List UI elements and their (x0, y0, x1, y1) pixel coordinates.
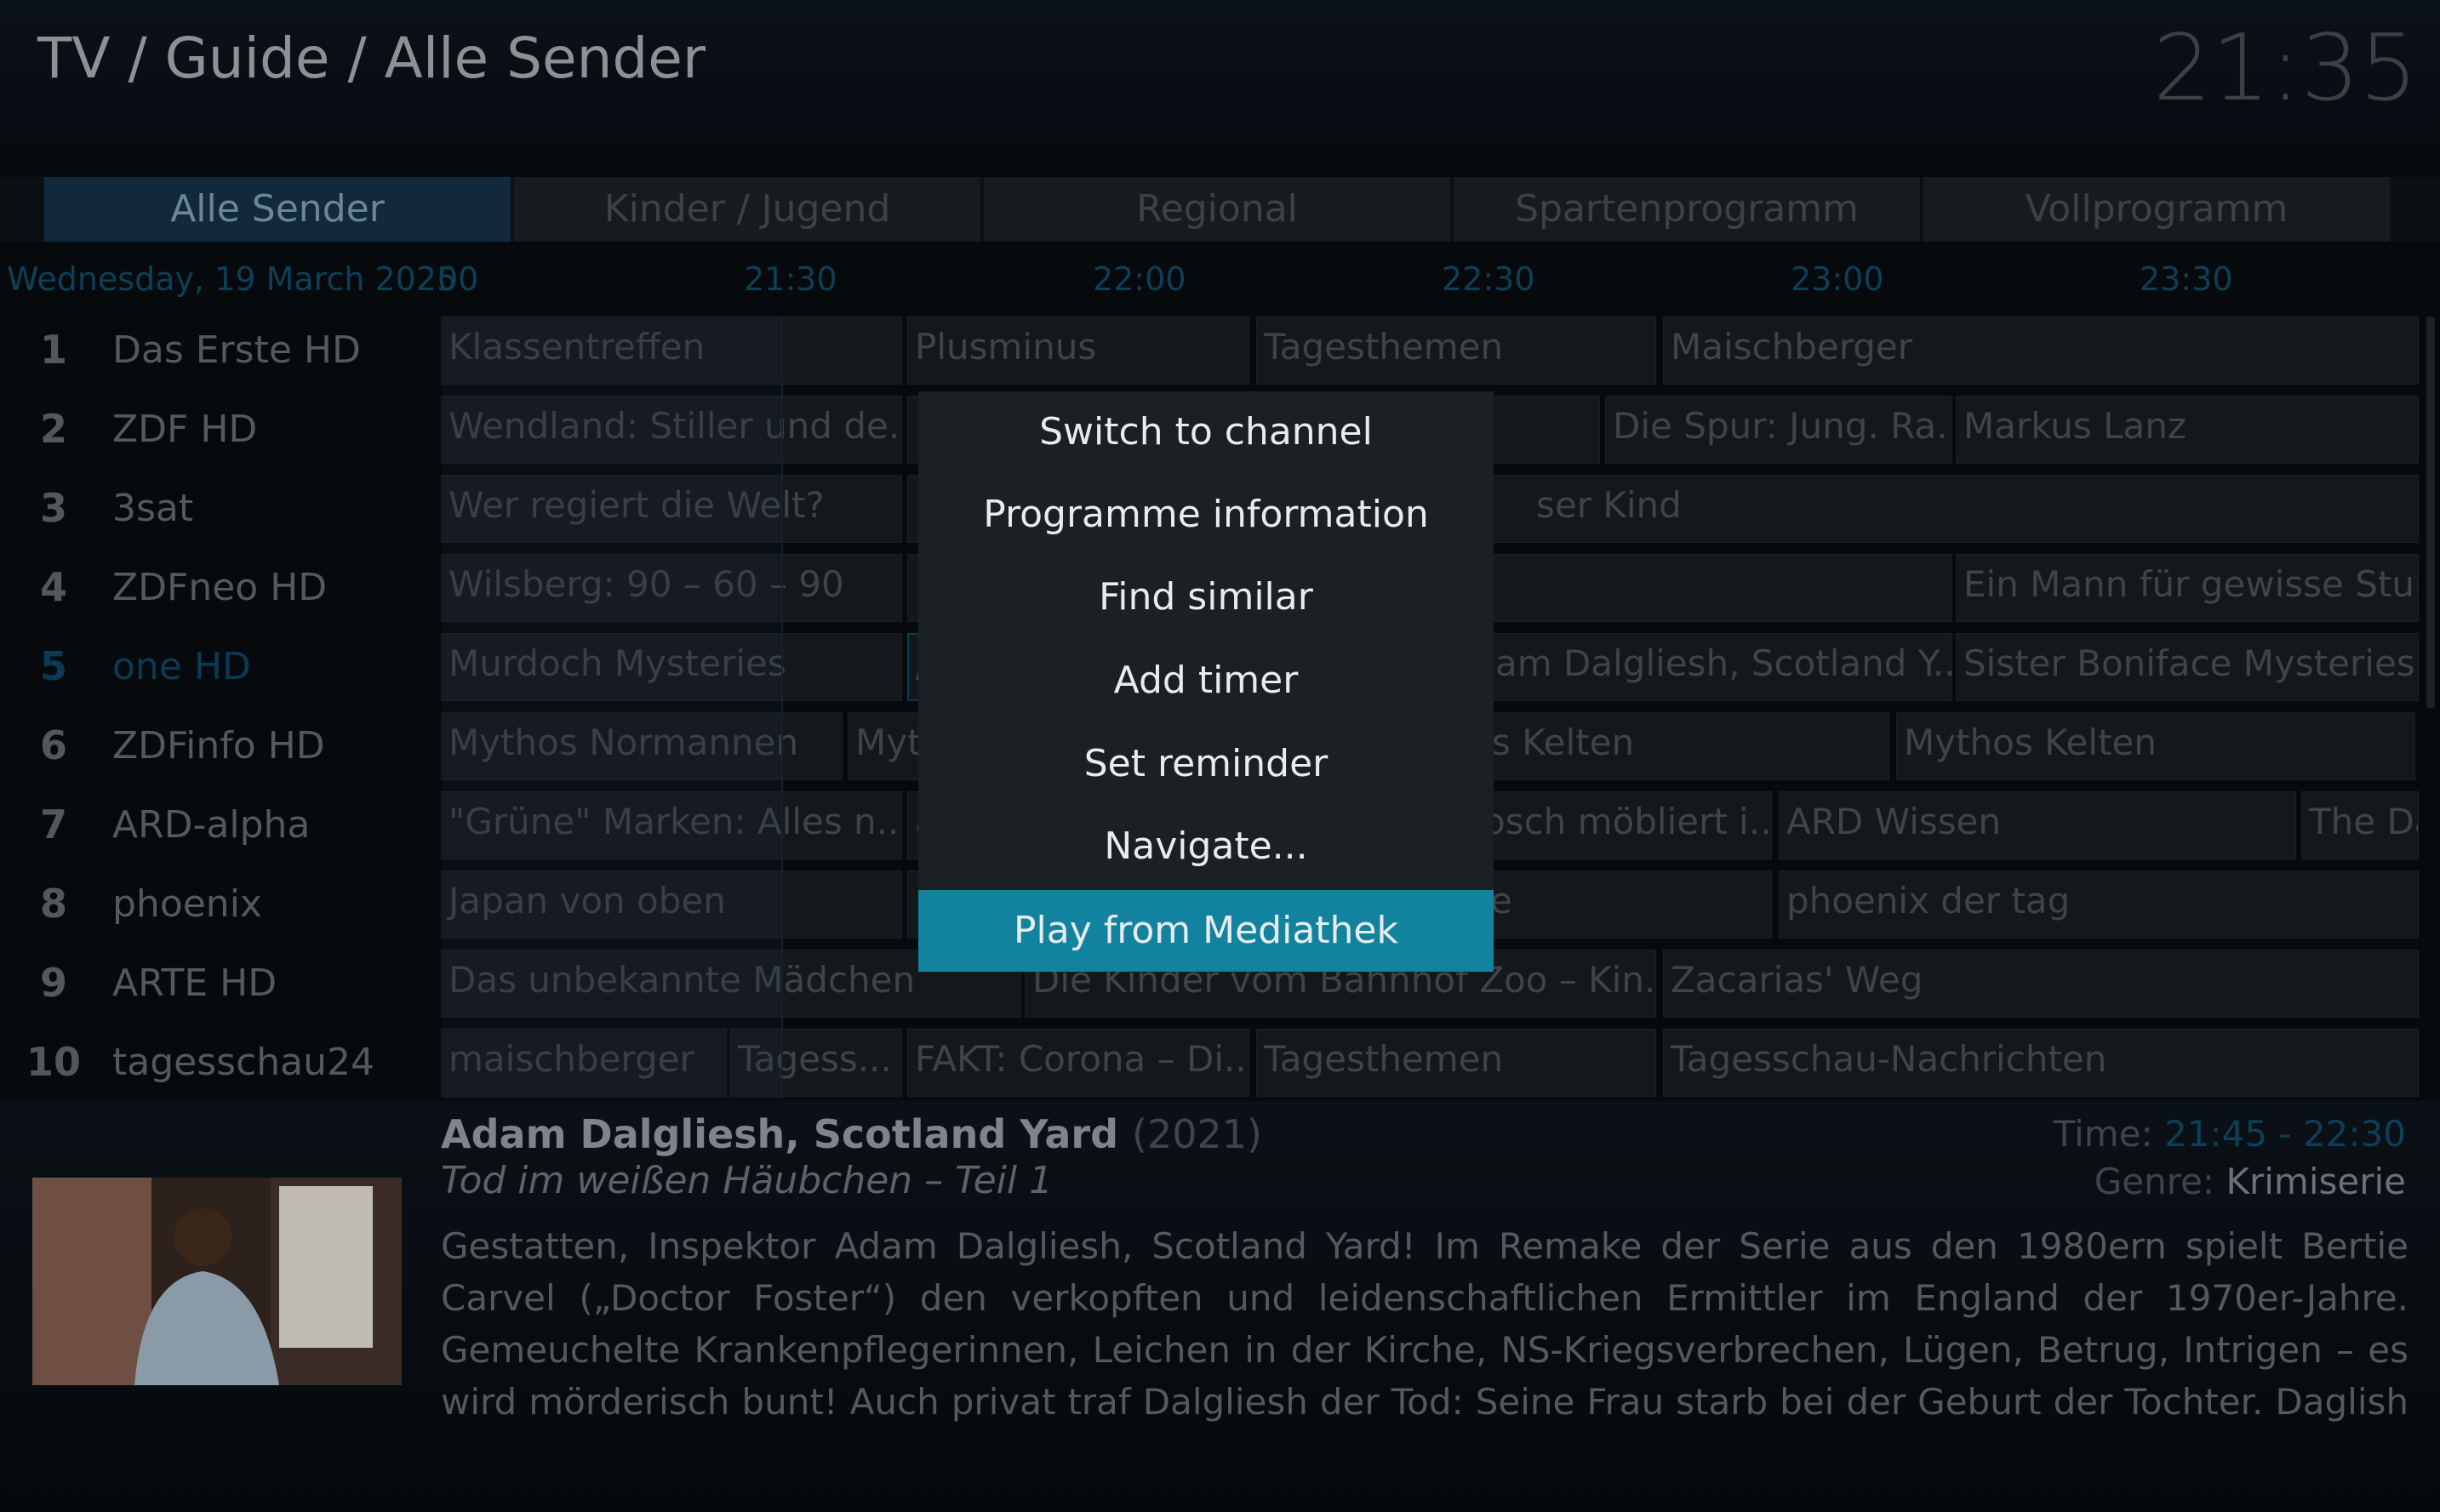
programme-title-text: Adam Dalgliesh, Scotland Yard (441, 1111, 1119, 1157)
programme-cell[interactable]: Zacarias' Weg (1663, 950, 2419, 1018)
timeline-date: Wednesday, 19 March 2025 (7, 260, 458, 298)
channel-number: 10 (26, 1039, 81, 1085)
programme-cell[interactable]: Wendland: Stiller und de... (441, 396, 902, 464)
channel-name-selected[interactable]: one HD (112, 645, 251, 688)
genre-label: Genre: (2094, 1161, 2215, 1202)
timeline-tick: 22:00 (1093, 260, 1186, 298)
programme-cell[interactable]: Japan von oben (441, 870, 902, 939)
programme-cell[interactable]: Tagess... (730, 1029, 902, 1097)
channel-name[interactable]: ARD-alpha (112, 803, 310, 847)
programme-cell[interactable]: Murdoch Mysteries (441, 633, 902, 701)
programme-cell[interactable]: ARD Wissen (1779, 791, 2296, 859)
menu-item-find-similar[interactable]: Find similar (918, 556, 1494, 638)
channel-name[interactable]: ARTE HD (112, 961, 277, 1005)
channel-name[interactable]: ZDF HD (112, 408, 257, 451)
programme-cell[interactable]: Ein Mann für gewisse Stun (1956, 554, 2419, 622)
tab-alle-sender[interactable]: Alle Sender (44, 177, 511, 242)
programme-cell[interactable]: Sister Boniface Mysteries (1956, 633, 2419, 701)
timeline-tick: 22:30 (1442, 260, 1535, 298)
timeline-tick: 21:30 (744, 260, 837, 298)
time-value: 21:45 - 22:30 (2164, 1113, 2406, 1155)
programme-cell[interactable]: FAKT: Corona – Di... (907, 1029, 1249, 1097)
current-time-marker (781, 317, 783, 1099)
channel-name[interactable]: tagesschau24 (112, 1041, 374, 1084)
programme-cell[interactable]: Wilsberg: 90 – 60 – 90 (441, 554, 902, 622)
channel-number: 3 (39, 485, 67, 531)
programme-cell[interactable]: phoenix der tag (1779, 870, 2419, 939)
programme-cell[interactable]: Markus Lanz (1956, 396, 2419, 464)
menu-item-switch-to-channel[interactable]: Switch to channel (918, 391, 1494, 473)
genre-value: Krimiserie (2226, 1161, 2406, 1202)
clock: 21:35 (2152, 15, 2418, 122)
programme-year: (2021) (1132, 1111, 1262, 1157)
programme-cell[interactable]: Tagesthemen (1256, 1029, 1656, 1097)
programme-thumbnail (32, 1178, 402, 1385)
tab-regional[interactable]: Regional (984, 177, 1450, 242)
channel-number: 9 (39, 960, 67, 1006)
channel-name[interactable]: ZDFneo HD (112, 566, 327, 609)
programme-cell[interactable]: Tagesschau-Nachrichten (1663, 1029, 2419, 1097)
programme-title: Adam Dalgliesh, Scotland Yard (2021) (441, 1111, 1262, 1157)
programme-cell[interactable]: Klassentreffen (441, 317, 902, 385)
channel-number: 1 (39, 327, 67, 373)
group-tabs: Alle Sender Kinder / Jugend Regional Spa… (0, 177, 2440, 242)
channel-name[interactable]: phoenix (112, 882, 262, 926)
menu-item-programme-information[interactable]: Programme information (918, 474, 1494, 556)
context-menu: Switch to channel Programme information … (918, 391, 1494, 972)
breadcrumb: TV / Guide / Alle Sender (37, 26, 706, 91)
timeline-tick: 00 (437, 260, 479, 298)
menu-item-add-timer[interactable]: Add timer (918, 640, 1494, 722)
programme-time: Time: 21:45 - 22:30 (2054, 1113, 2406, 1155)
menu-item-play-from-mediathek[interactable]: Play from Mediathek (918, 890, 1494, 972)
menu-item-set-reminder[interactable]: Set reminder (918, 723, 1494, 805)
grid-scrollbar[interactable] (2426, 317, 2435, 708)
programme-cell[interactable]: Plusminus (907, 317, 1249, 385)
programme-cell[interactable]: Wer regiert die Welt? (441, 475, 902, 543)
menu-item-navigate[interactable]: Navigate... (918, 806, 1494, 887)
channel-number: 2 (39, 406, 67, 452)
programme-cell[interactable]: Mythos Kelten (1896, 712, 2415, 780)
channel-number: 4 (39, 564, 67, 610)
channel-name[interactable]: Das Erste HD (112, 328, 361, 372)
programme-cell[interactable]: Die Spur: Jung. Ra... (1605, 396, 1952, 464)
tab-spartenprogramm[interactable]: Spartenprogramm (1454, 177, 1920, 242)
channel-name[interactable]: ZDFinfo HD (112, 724, 325, 767)
channel-number: 7 (39, 802, 67, 847)
programme-description: Gestatten, Inspektor Adam Dalgliesh, Sco… (441, 1225, 2409, 1423)
timeline-tick: 23:00 (1791, 260, 1884, 298)
programme-cell[interactable]: The Da (2301, 791, 2419, 859)
channel-number-selected: 5 (39, 643, 67, 689)
channel-number: 6 (39, 722, 67, 768)
time-label: Time: (2053, 1113, 2153, 1155)
programme-cell[interactable]: "Grüne" Marken: Alles n... (441, 791, 902, 859)
programme-episode: Tod im weißen Häubchen – Teil 1 (441, 1159, 1054, 1202)
programme-cell[interactable]: Maischberger (1663, 317, 2419, 385)
programme-cell[interactable]: Tagesthemen (1256, 317, 1656, 385)
channel-name[interactable]: 3sat (112, 487, 193, 530)
programme-genre: Genre: Krimiserie (2094, 1161, 2406, 1202)
programme-cell[interactable]: maischberger (441, 1029, 727, 1097)
tab-kinder-jugend[interactable]: Kinder / Jugend (514, 177, 980, 242)
channel-number: 8 (39, 881, 67, 927)
timeline-tick: 23:30 (2140, 260, 2233, 298)
tab-vollprogramm[interactable]: Vollprogramm (1923, 177, 2390, 242)
